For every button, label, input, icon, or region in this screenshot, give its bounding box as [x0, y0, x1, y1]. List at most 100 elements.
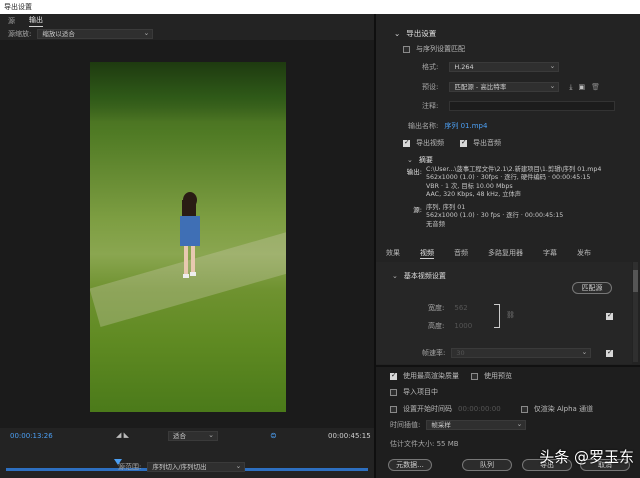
summary-source-line: 562x1000 (1.0) · 30 fps · 逐行 · 00:00:45:…: [426, 212, 564, 220]
import-project-label: 导入项目中: [403, 388, 438, 396]
summary-output-label: 输出:: [406, 168, 422, 176]
summary-source-label: 源:: [413, 206, 422, 214]
tab-source[interactable]: 源: [8, 16, 15, 26]
start-timecode-value[interactable]: 00:00:00:00: [458, 405, 501, 413]
tab-video[interactable]: 视频: [420, 248, 434, 259]
tab-effects[interactable]: 效果: [386, 248, 400, 258]
zoom-select[interactable]: 适合: [168, 431, 218, 441]
trees-background: [90, 62, 286, 122]
export-video-checkbox[interactable]: [403, 138, 410, 147]
source-scale-select[interactable]: 缩放以适合: [37, 29, 154, 39]
tab-multiplexer[interactable]: 多路复用器: [488, 248, 523, 258]
chevron-down-icon: ⌄: [392, 272, 398, 280]
summary-title: 摘要: [418, 156, 433, 164]
match-source-button[interactable]: 匹配源: [572, 282, 612, 294]
match-sequence-checkbox[interactable]: [403, 45, 410, 53]
current-timecode[interactable]: 00:00:13:26: [10, 432, 53, 440]
end-timecode: 00:00:45:15: [328, 432, 371, 440]
height-value[interactable]: 1000: [454, 322, 472, 330]
frame-rate-label: 帧速率:: [422, 349, 446, 357]
metadata-button[interactable]: 元数据...: [388, 459, 432, 471]
render-alpha-label: 仅渲染 Alpha 通道: [533, 405, 594, 413]
height-label: 高度:: [428, 322, 445, 330]
source-range-select[interactable]: 序列切入/序列切出: [147, 462, 246, 472]
summary-source-line: 无音频: [426, 220, 445, 228]
summary-output-line: AAC, 320 Kbps, 48 kHz, 立体声: [426, 191, 522, 199]
comment-row: 注释:: [422, 101, 616, 111]
import-preset-icon[interactable]: ▣: [578, 83, 585, 91]
window-title: 导出设置: [0, 0, 640, 14]
max-render-quality-label: 使用最高渲染质量: [403, 372, 459, 380]
time-interp-label: 时间插值:: [390, 421, 421, 429]
import-project-row: 导入项目中: [390, 387, 438, 397]
width-height-checkbox[interactable]: [606, 311, 613, 320]
timecode-icon[interactable]: ⊜: [270, 431, 277, 440]
queue-button[interactable]: 队列: [462, 459, 512, 471]
export-settings-title: 导出设置: [406, 29, 437, 38]
render-alpha-checkbox[interactable]: [520, 405, 528, 413]
summary-source: 源: 序列, 序列 01 562x1000 (1.0) · 30 fps · 逐…: [392, 204, 563, 229]
comment-label: 注释:: [422, 102, 439, 110]
watermark: 头条 @罗玉东: [539, 448, 634, 466]
preview-tabs: 源 输出: [0, 14, 374, 28]
preset-label: 预设:: [422, 83, 439, 91]
max-render-quality-checkbox[interactable]: [390, 371, 397, 380]
chevron-down-icon: ⌄: [407, 156, 413, 164]
tab-audio[interactable]: 音频: [454, 248, 468, 258]
use-preview-checkbox[interactable]: [471, 372, 478, 380]
delete-preset-icon[interactable]: 🗑: [591, 83, 600, 91]
chevron-down-icon: ⌄: [394, 29, 401, 38]
tab-publish[interactable]: 发布: [577, 248, 591, 258]
summary-output: 输出: C:\User...\菠事工程文件\2.1\2.新建项目\1.剪辑\序列…: [392, 166, 602, 200]
comment-input[interactable]: [449, 101, 616, 111]
export-audio-label: 导出音频: [473, 139, 501, 147]
export-toggles-row: 导出视频 导出音频: [403, 138, 501, 148]
export-audio-checkbox[interactable]: [460, 138, 467, 147]
format-select[interactable]: H.264: [449, 62, 560, 72]
chain-link-icon[interactable]: ⛓: [506, 311, 515, 319]
settings-subtabs: 效果 视频 音频 多路复用器 字幕 发布: [376, 246, 640, 260]
frame-rate-select[interactable]: 30: [451, 348, 592, 358]
scrollbar[interactable]: [633, 262, 638, 362]
height-row: 高度: 1000: [428, 321, 472, 331]
export-video-label: 导出视频: [416, 139, 444, 147]
time-interp-select[interactable]: 帧采样: [426, 420, 527, 430]
output-name-row: 输出名称: 序列 01.mp4: [408, 121, 487, 131]
basic-video-header[interactable]: ⌄ 基本视频设置: [392, 271, 446, 281]
source-scale-bar: 源缩放: 缩放以适合: [0, 28, 374, 40]
save-preset-icon[interactable]: ⤓: [569, 83, 572, 92]
mark-in-out-icon[interactable]: ◢ ◣: [116, 431, 129, 439]
match-sequence-row[interactable]: 与序列设置匹配: [403, 44, 465, 54]
start-timecode-checkbox[interactable]: [390, 405, 397, 413]
start-timecode-label: 设置开始时间码: [403, 405, 452, 413]
export-settings-panel: ⌄ 导出设置 与序列设置匹配 格式: H.264 预设: 匹配源 - 高比特率 …: [376, 14, 640, 478]
export-settings-header[interactable]: ⌄ 导出设置: [376, 28, 436, 39]
source-range-label: 源范围:: [118, 463, 142, 471]
summary-output-line: 562x1000 (1.0) · 30fps · 逐行, 硬件编码 · 00:0…: [426, 174, 591, 182]
time-interp-row: 时间插值: 帧采样: [390, 420, 527, 430]
file-size-row: 估计文件大小: 55 MB: [390, 439, 459, 449]
render-options-row: 使用最高渲染质量 使用预览: [390, 371, 512, 381]
width-value[interactable]: 562: [454, 304, 467, 312]
source-range-row: 源范围: 序列切入/序列切出: [118, 462, 246, 472]
file-size-text: 估计文件大小: 55 MB: [390, 440, 459, 448]
source-scale-label: 源缩放:: [8, 30, 32, 38]
format-row: 格式: H.264: [422, 62, 560, 72]
frame-rate-checkbox[interactable]: [606, 348, 613, 357]
width-label: 宽度:: [428, 304, 445, 312]
match-sequence-label: 与序列设置匹配: [416, 45, 465, 53]
summary-header[interactable]: ⌄ 摘要: [407, 155, 433, 165]
video-preview: [90, 62, 286, 412]
import-project-checkbox[interactable]: [390, 388, 397, 396]
tab-captions[interactable]: 字幕: [543, 248, 557, 258]
output-name-label: 输出名称:: [408, 122, 439, 130]
output-name-link[interactable]: 序列 01.mp4: [444, 121, 487, 131]
basic-video-title: 基本视频设置: [403, 272, 446, 280]
summary-output-line: VBR · 1 次, 目标 10.00 Mbps: [426, 182, 513, 190]
summary-output-lines: C:\User...\菠事工程文件\2.1\2.新建项目\1.剪辑\序列 01.…: [426, 166, 601, 200]
preset-select[interactable]: 匹配源 - 高比特率: [449, 82, 560, 92]
scrollbar-thumb[interactable]: [633, 270, 638, 292]
tab-output[interactable]: 输出: [29, 15, 43, 27]
timecode-row: 设置开始时间码 00:00:00:00 仅渲染 Alpha 通道: [390, 404, 593, 414]
preview-panel: 源 输出 源缩放: 缩放以适合 00:00:13:26 ◢ ◣ 适合 ⊜ 00:…: [0, 14, 374, 478]
